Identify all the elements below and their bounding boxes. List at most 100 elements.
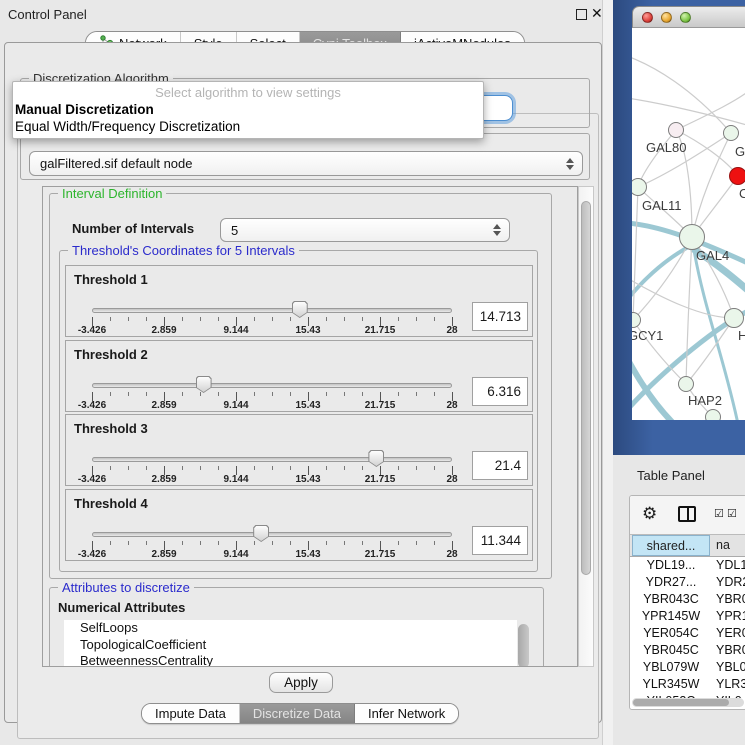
close-icon[interactable]: ✕ <box>591 4 603 22</box>
apply-button[interactable]: Apply <box>269 672 333 693</box>
node-table-card: ⚙ ☑ ☑ shared... na YDL19...YDL1YDR27...Y… <box>629 495 745 710</box>
slider-scale-labels: -3.4262.8599.14415.4321.71528 <box>66 400 532 412</box>
node-label-h: H <box>738 328 745 343</box>
hap2-node[interactable] <box>678 376 694 392</box>
cell-shared-name: YLR345W <box>632 676 710 693</box>
cell-name: YBL0 <box>712 659 745 676</box>
threshold-box: Threshold 1 -3.4262.8599.14415.4321.7152… <box>65 265 533 337</box>
table-row[interactable]: YER054CYER0 <box>630 625 745 642</box>
threshold-label: Threshold 1 <box>74 272 148 287</box>
cell-name: YBR0 <box>712 591 745 608</box>
cell-shared-name: YER054C <box>632 625 710 642</box>
panel-divider[interactable] <box>602 0 613 745</box>
right-edge-node[interactable] <box>724 308 744 328</box>
table-horizontal-scrollbar[interactable] <box>632 698 744 707</box>
threshold-value-field[interactable]: 21.4 <box>472 451 528 480</box>
slider-thumb[interactable] <box>196 376 212 393</box>
float-window-button[interactable] <box>576 9 587 20</box>
attribute-item-selfloops[interactable]: SelfLoops <box>64 620 517 637</box>
table-row[interactable]: YBL079WYBL0 <box>630 659 745 676</box>
table-row[interactable]: YBR043CYBR0 <box>630 591 745 608</box>
slider-thumb[interactable] <box>368 450 384 467</box>
cell-name: YBR0 <box>712 642 745 659</box>
column-header-shared-name[interactable]: shared... <box>632 535 710 556</box>
table-row[interactable]: YDR27...YDR2 <box>630 574 745 591</box>
attributes-list-scrollbar[interactable] <box>518 624 529 667</box>
tab-impute-data[interactable]: Impute Data <box>142 704 240 723</box>
slider-thumb[interactable] <box>292 301 308 318</box>
attribute-item-topologicalcoefficient[interactable]: TopologicalCoefficient <box>64 637 517 654</box>
slider-track[interactable] <box>92 532 452 537</box>
unselect-all-checkbox-icon[interactable]: ☑ <box>727 507 737 520</box>
popup-item-manual-discretization[interactable]: Manual Discretization <box>15 101 481 118</box>
node-label-gal4: GAL4 <box>696 248 729 263</box>
table-row[interactable]: YPR145WYPR1 <box>630 608 745 625</box>
tick-label: 2.859 <box>151 549 176 560</box>
slider-track[interactable] <box>92 457 452 462</box>
slider-track[interactable] <box>92 383 452 388</box>
popup-item-equal-width-frequency[interactable]: Equal Width/Frequency Discretization <box>15 118 481 135</box>
table-row[interactable]: YBR045CYBR0 <box>630 642 745 659</box>
select-all-checkbox-icon[interactable]: ☑ <box>714 507 724 520</box>
network-canvas[interactable]: GAL80GACGAL11GAL4GCY1HHAP2 <box>632 28 745 420</box>
slider-track[interactable] <box>92 308 452 313</box>
tick-label: 21.715 <box>365 325 396 336</box>
node-label-hap2: HAP2 <box>688 393 722 408</box>
tab-label: Infer Network <box>368 706 445 721</box>
zoom-traffic-light[interactable] <box>680 12 691 23</box>
upper-right-node[interactable] <box>723 125 739 141</box>
thresholds-group-label: Threshold's Coordinates for 5 Intervals <box>68 243 299 258</box>
attribute-item-betweennesscentrality[interactable]: BetweennessCentrality <box>64 653 517 667</box>
table-data-combobox[interactable]: galFiltered.sif default node <box>29 151 583 176</box>
minimize-traffic-light[interactable] <box>661 12 672 23</box>
tick-label: 21.715 <box>365 549 396 560</box>
cell-shared-name: YBL079W <box>632 659 710 676</box>
selected-red-node[interactable] <box>729 167 745 185</box>
gear-icon[interactable]: ⚙ <box>642 503 657 525</box>
tick-label: 28 <box>446 325 457 336</box>
node-label-gal11: GAL11 <box>642 198 682 213</box>
cell-name: YDR2 <box>712 574 745 591</box>
attributes-group-label: Attributes to discretize <box>58 580 194 595</box>
table-row[interactable]: YDL19...YDL1 <box>630 557 745 574</box>
network-window-titlebar[interactable] <box>632 6 745 28</box>
tick-label: -3.426 <box>78 325 106 336</box>
node-label-gal80: GAL80 <box>646 140 686 155</box>
table-rows: YDL19...YDL1YDR27...YDR2YBR043CYBR0YPR14… <box>630 557 745 698</box>
bottom-edge-node[interactable] <box>705 409 721 420</box>
combo-stepper-icon <box>566 158 574 170</box>
node-label-ga: GA <box>735 144 745 159</box>
threshold-label: Threshold 2 <box>74 347 148 362</box>
algorithm-popup-hint: Select algorithm to view settings <box>13 85 483 100</box>
tick-label: 2.859 <box>151 325 176 336</box>
number-of-intervals-label: Number of Intervals <box>72 221 194 236</box>
columns-icon[interactable] <box>678 506 696 522</box>
tick-label: 15.43 <box>295 474 320 485</box>
tick-label: 9.144 <box>223 400 248 411</box>
threshold-label: Threshold 3 <box>74 421 148 436</box>
settings-vertical-scrollbar[interactable] <box>578 186 594 667</box>
threshold-value-field[interactable]: 6.316 <box>472 377 528 406</box>
threshold-value-field[interactable]: 11.344 <box>472 526 528 555</box>
scrollbar-thumb[interactable] <box>581 201 591 575</box>
tab-discretize-data[interactable]: Discretize Data <box>240 704 355 723</box>
gal80-node[interactable] <box>668 122 684 138</box>
column-header-name[interactable]: na <box>712 535 745 556</box>
tick-label: 9.144 <box>223 549 248 560</box>
slider-thumb[interactable] <box>253 525 269 542</box>
tick-label: 15.43 <box>295 549 320 560</box>
tick-label: 21.715 <box>365 400 396 411</box>
numerical-attributes-list: SelfLoopsTopologicalCoefficientBetweenne… <box>64 620 517 667</box>
table-row[interactable]: YLR345WYLR3 <box>630 676 745 693</box>
table-panel-title: Table Panel <box>637 468 705 483</box>
tab-label: Impute Data <box>155 706 226 721</box>
close-traffic-light[interactable] <box>642 12 653 23</box>
hscrollbar-thumb[interactable] <box>633 699 729 706</box>
cell-name: YDL1 <box>712 557 745 574</box>
number-of-intervals-combobox[interactable]: 5 <box>220 218 510 242</box>
threshold-value-field[interactable]: 14.713 <box>472 302 528 331</box>
gal4-node[interactable] <box>679 224 705 250</box>
thresholds-group: Threshold's Coordinates for 5 Intervals … <box>59 250 538 572</box>
screen: Control Panel ✕ NetworkStyleSelectCyni T… <box>0 0 745 745</box>
tab-infer-network[interactable]: Infer Network <box>355 704 458 723</box>
